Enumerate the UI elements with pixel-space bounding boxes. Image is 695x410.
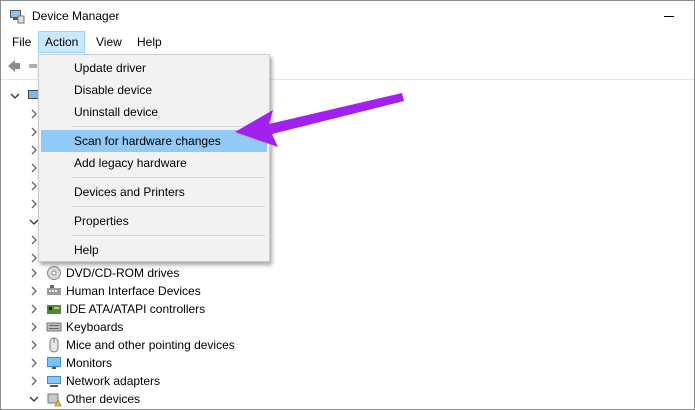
chevron-right-icon[interactable] <box>28 357 40 369</box>
minimize-button[interactable] <box>655 1 685 31</box>
action-menu: Update driver Disable device Uninstall d… <box>38 54 270 262</box>
mouse-icon <box>46 337 62 353</box>
title-bar: Device Manager <box>1 1 694 31</box>
menu-item-uninstall-device[interactable]: Uninstall device <box>41 101 267 123</box>
menu-item-properties[interactable]: Properties <box>41 210 267 232</box>
tree-item-keyboards[interactable]: Keyboards <box>1 318 694 336</box>
menu-item-add-legacy[interactable]: Add legacy hardware <box>41 152 267 174</box>
tree-item-label: DVD/CD-ROM drives <box>66 266 180 280</box>
chevron-down-icon[interactable] <box>28 393 40 405</box>
chevron-right-icon[interactable] <box>28 339 40 351</box>
dvd-drive-icon <box>46 265 62 281</box>
ide-controller-icon <box>46 301 62 317</box>
network-adapter-icon <box>46 373 62 389</box>
chevron-down-icon[interactable] <box>9 90 21 102</box>
tree-item-hid[interactable]: Human Interface Devices <box>1 282 694 300</box>
menu-separator <box>72 126 265 127</box>
tree-item-label: Human Interface Devices <box>66 284 201 298</box>
menu-separator <box>72 235 265 236</box>
chevron-right-icon[interactable] <box>28 285 40 297</box>
warning-device-icon <box>46 391 62 407</box>
chevron-right-icon[interactable] <box>28 321 40 333</box>
monitor-icon <box>46 355 62 371</box>
menu-file[interactable]: File <box>6 31 37 53</box>
tree-item-label: IDE ATA/ATAPI controllers <box>66 302 206 316</box>
window-title: Device Manager <box>32 9 120 23</box>
menu-separator <box>72 177 265 178</box>
menu-action[interactable]: Action <box>38 31 86 53</box>
tree-item-label: Other devices <box>66 392 141 406</box>
tree-item-network[interactable]: Network adapters <box>1 372 694 390</box>
menu-bar: File Action View Help <box>1 31 694 53</box>
menu-separator <box>72 206 265 207</box>
hid-icon <box>46 283 62 299</box>
tree-item-monitors[interactable]: Monitors <box>1 354 694 372</box>
device-manager-window: Device Manager File Action View Help DVD… <box>0 0 695 410</box>
menu-item-update-driver[interactable]: Update driver <box>41 57 267 79</box>
tree-item-label: Monitors <box>66 356 113 370</box>
chevron-right-icon[interactable] <box>28 375 40 387</box>
menu-item-scan-hardware[interactable]: Scan for hardware changes <box>41 130 267 152</box>
tree-item-label: Mice and other pointing devices <box>66 338 235 352</box>
chevron-right-icon[interactable] <box>28 303 40 315</box>
tree-item-other[interactable]: Other devices <box>1 390 694 408</box>
menu-item-help[interactable]: Help <box>41 239 267 261</box>
tree-item-label: Network adapters <box>66 374 161 388</box>
keyboard-icon <box>46 319 62 335</box>
back-arrow-icon[interactable] <box>6 58 22 74</box>
device-manager-icon <box>9 8 25 24</box>
tree-item-label: Keyboards <box>66 320 124 334</box>
tree-item-dvd[interactable]: DVD/CD-ROM drives <box>1 264 694 282</box>
chevron-right-icon[interactable] <box>28 267 40 279</box>
menu-item-disable-device[interactable]: Disable device <box>41 79 267 101</box>
menu-item-devices-printers[interactable]: Devices and Printers <box>41 181 267 203</box>
tree-item-ide[interactable]: IDE ATA/ATAPI controllers <box>1 300 694 318</box>
menu-help[interactable]: Help <box>131 31 168 53</box>
menu-view[interactable]: View <box>90 31 128 53</box>
tree-item-mice[interactable]: Mice and other pointing devices <box>1 336 694 354</box>
